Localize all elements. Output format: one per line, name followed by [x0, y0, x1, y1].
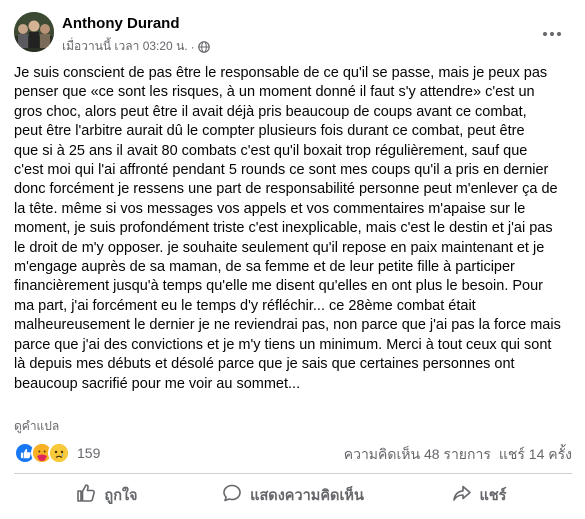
- reaction-count: 159: [77, 445, 101, 461]
- share-button[interactable]: แชร์: [386, 476, 572, 514]
- post-timestamp[interactable]: เมื่อวานนี้ เวลา 03:20 น.: [62, 37, 188, 56]
- comment-label: แสดงความคิดเห็น: [250, 487, 364, 504]
- share-count[interactable]: แชร์ 14 ครั้ง: [499, 444, 572, 466]
- post-card: Anthony Durand เมื่อวานนี้ เวลา 03:20 น.…: [0, 0, 585, 519]
- comment-button[interactable]: แสดงความคิดเห็น: [200, 476, 386, 514]
- meta-separator: ·: [190, 39, 195, 54]
- sad-icon: [48, 442, 70, 464]
- like-button[interactable]: ถูกใจ: [14, 476, 200, 514]
- thumbs-up-icon: [76, 483, 96, 507]
- reaction-summary[interactable]: 159: [14, 442, 100, 464]
- post-stats: 159 ความคิดเห็น 48 รายการ แชร์ 14 ครั้ง: [14, 442, 572, 464]
- avatar[interactable]: [14, 12, 54, 52]
- like-label: ถูกใจ: [104, 487, 138, 504]
- comment-icon: [222, 483, 242, 507]
- author-name[interactable]: Anthony Durand: [62, 15, 180, 32]
- engagement-counts: ความคิดเห็น 48 รายการ แชร์ 14 ครั้ง: [344, 444, 572, 466]
- more-options-icon[interactable]: [540, 22, 564, 46]
- post-body: Je suis conscient de pas être le respons…: [14, 65, 561, 392]
- globe-icon[interactable]: [197, 40, 210, 53]
- action-bar: ถูกใจ แสดงความคิดเห็น แชร์: [14, 476, 572, 514]
- share-label: แชร์: [479, 487, 507, 504]
- post-header: Anthony Durand เมื่อวานนี้ เวลา 03:20 น.…: [14, 12, 574, 56]
- share-icon: [452, 483, 472, 507]
- avatar-photo: [14, 12, 54, 52]
- see-translation-link[interactable]: ดูคำแปล: [14, 417, 59, 436]
- post-meta: เมื่อวานนี้ เวลา 03:20 น. ·: [62, 37, 210, 56]
- comment-count[interactable]: ความคิดเห็น 48 รายการ: [344, 444, 491, 466]
- divider: [14, 473, 572, 474]
